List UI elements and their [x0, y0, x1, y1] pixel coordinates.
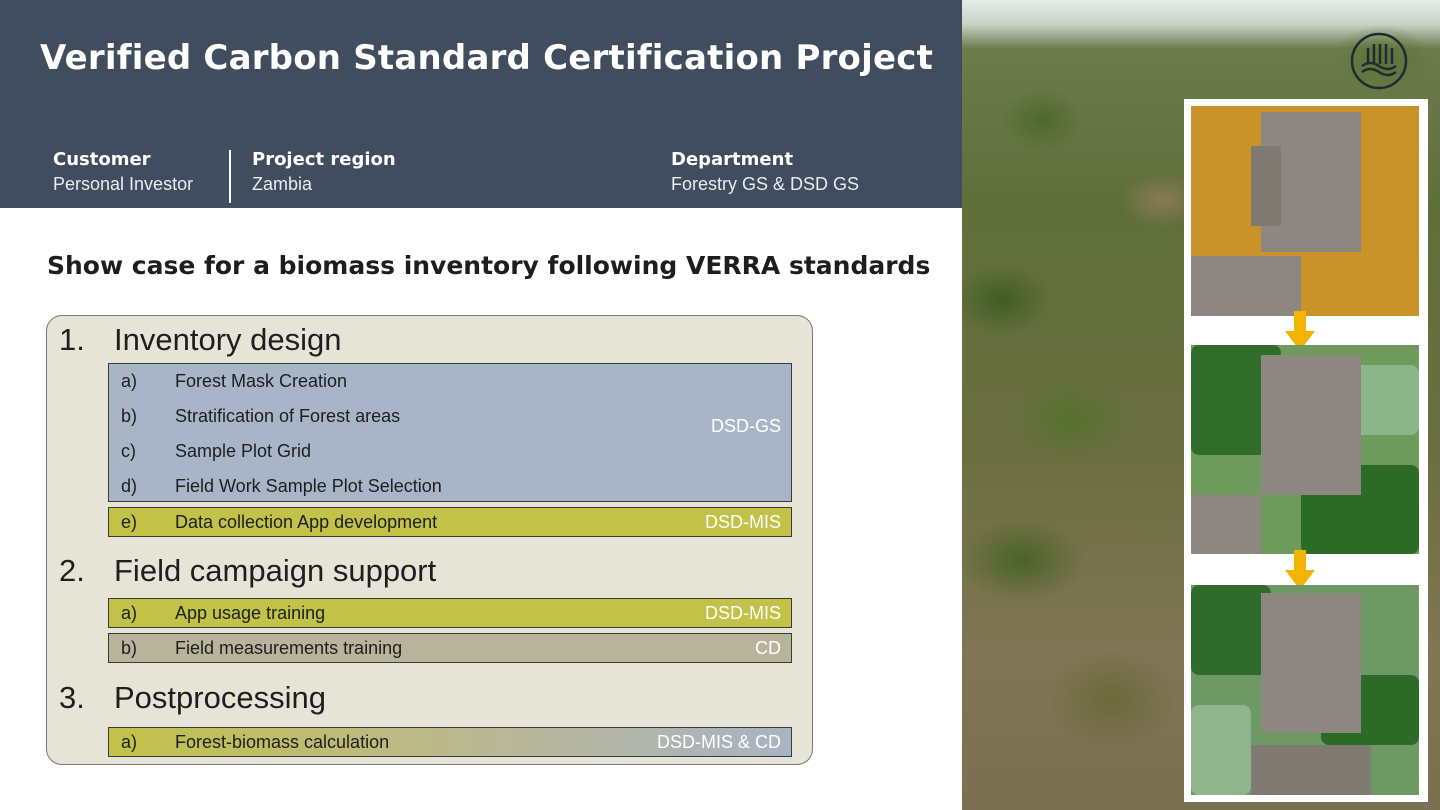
task-letter: e) [121, 511, 138, 532]
team-tag: DSD-MIS [705, 511, 781, 532]
task-text: Forest Mask Creation [175, 371, 348, 391]
task-item: d) Field Work Sample Plot Selection [109, 469, 791, 504]
task-text: Data collection App development [175, 511, 438, 532]
step-heading: 1. Inventory design [59, 320, 341, 360]
task-item: c) Sample Plot Grid [109, 434, 791, 469]
step-heading: 3. Postprocessing [59, 678, 326, 718]
step-title: Inventory design [114, 322, 342, 357]
task-item: a) Forest Mask Creation [109, 364, 791, 399]
customer-value: Personal Investor [53, 174, 194, 194]
task-letter: a) [121, 371, 138, 391]
task-text: Stratification of Forest areas [175, 406, 401, 426]
arrow-down-icon [1285, 550, 1315, 590]
forest-mask-map [1191, 106, 1419, 316]
region-label: Project region [252, 149, 396, 170]
task-letter: b) [121, 637, 138, 658]
task-letter: d) [121, 476, 138, 496]
task-letter: b) [121, 406, 138, 426]
task-text: Sample Plot Grid [175, 441, 312, 461]
region-value: Zambia [252, 174, 313, 194]
step-number: 3. [59, 680, 85, 715]
team-tag: CD [755, 637, 781, 658]
steps-panel: 1. Inventory design a) Forest Mask Creat… [46, 315, 813, 765]
department-label: Department [671, 149, 794, 170]
step-title: Postprocessing [114, 680, 326, 715]
task-text: Field Work Sample Plot Selection [175, 476, 442, 496]
task-group-dsd-mis-cd: a) Forest-biomass calculation DSD-MIS & … [108, 727, 792, 757]
team-tag: DSD-MIS [705, 602, 781, 623]
department-info: Department Forestry GS & DSD GS [671, 148, 859, 196]
task-group-cd: b) Field measurements training CD [108, 633, 792, 663]
company-wave-logo-icon [1350, 32, 1408, 90]
step-number: 1. [59, 322, 85, 357]
step-heading: 2. Field campaign support [59, 551, 436, 591]
task-letter: a) [121, 731, 138, 752]
task-text: Forest-biomass calculation [175, 731, 390, 752]
sample-plot-map [1191, 585, 1419, 795]
task-text: App usage training [175, 602, 326, 623]
header-band: Verified Carbon Standard Certification P… [0, 0, 962, 208]
section-subtitle: Show case for a biomass inventory follow… [47, 251, 931, 280]
task-group-dsd-mis: a) App usage training DSD-MIS [108, 598, 792, 628]
task-text: Field measurements training [175, 637, 403, 658]
task-letter: c) [121, 441, 136, 461]
forest-aerial-photo [962, 0, 1440, 810]
page-title: Verified Carbon Standard Certification P… [40, 38, 934, 78]
map-sequence-frame [1184, 99, 1428, 802]
task-item: b) Stratification of Forest areas DSD-GS [109, 399, 791, 436]
stratification-map [1191, 345, 1419, 554]
header-divider [229, 150, 231, 203]
customer-label: Customer [53, 149, 151, 170]
task-group-dsd-gs: a) Forest Mask Creation b) Stratificatio… [108, 363, 792, 502]
region-info: Project region Zambia [252, 148, 396, 196]
department-value: Forestry GS & DSD GS [671, 174, 860, 194]
team-tag: DSD-MIS & CD [656, 731, 781, 752]
customer-info: Customer Personal Investor [53, 148, 193, 196]
step-number: 2. [59, 553, 85, 588]
step-title: Field campaign support [114, 553, 437, 588]
task-letter: a) [121, 602, 138, 623]
task-group-dsd-mis: e) Data collection App development DSD-M… [108, 507, 792, 537]
